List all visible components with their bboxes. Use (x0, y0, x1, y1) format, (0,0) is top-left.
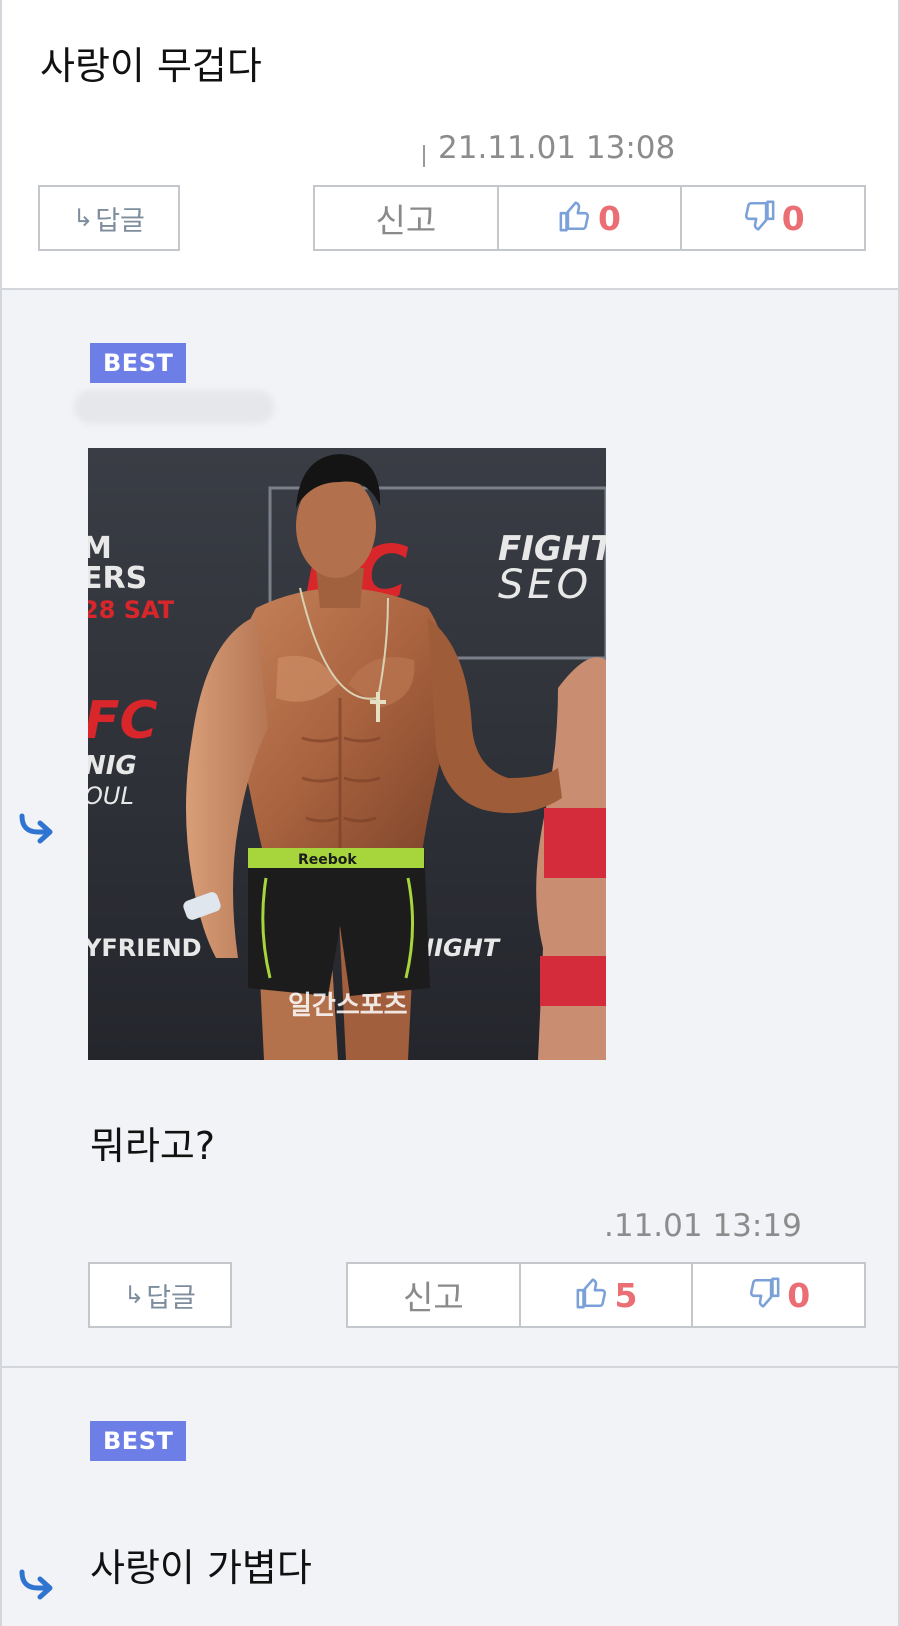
dislike-count: 0 (787, 1275, 811, 1315)
reply-arrow-icon (19, 813, 53, 844)
thumbs-up-icon (558, 199, 592, 237)
wall-text: OUL (88, 782, 134, 810)
comment-text: 사랑이 무겁다 (40, 44, 262, 88)
report-label: 신고 (375, 201, 437, 240)
author-name-blurred (74, 390, 274, 424)
comment-text: 사랑이 가볍다 (90, 1546, 312, 1590)
wall-text: ERS (88, 561, 147, 596)
dislike-button[interactable]: 0 (682, 187, 864, 249)
fighter-photo: FC FIGHT SEO M ERS 28 SAT FC NIG OUL YFR… (88, 448, 606, 1060)
thumbs-down-icon (742, 199, 776, 237)
comment-image[interactable]: FC FIGHT SEO M ERS 28 SAT FC NIG OUL YFR… (88, 448, 606, 1060)
dislike-button[interactable]: 0 (693, 1264, 864, 1326)
reply-button[interactable]: ↳ 답글 (38, 185, 180, 251)
thumbs-up-icon (575, 1276, 609, 1314)
comment-actions: 신고 5 0 (346, 1262, 866, 1328)
wall-text: YFRIEND (88, 934, 202, 962)
comment-actions: 신고 0 0 (313, 185, 866, 251)
like-button[interactable]: 5 (521, 1264, 694, 1326)
comment-text: 뭐라고? (90, 1124, 216, 1168)
report-button[interactable]: 신고 (348, 1264, 521, 1326)
comment-timestamp: .11.01 13:19 (604, 1208, 802, 1244)
reply-label: 답글 (95, 205, 145, 237)
thumbs-down-icon (747, 1276, 781, 1314)
best-badge: BEST (90, 1421, 187, 1461)
reply-button[interactable]: ↳ 답글 (88, 1262, 232, 1328)
best-badge: BEST (90, 343, 187, 383)
left-border (0, 0, 2, 1626)
like-button[interactable]: 0 (499, 187, 683, 249)
comment-item: 사랑이 무겁다 21.11.01 13:08 ↳ 답글 신고 0 0 (2, 0, 898, 290)
comment-item: BEST 사랑이 가볍다 (2, 1368, 898, 1626)
comment-list: 사랑이 무겁다 21.11.01 13:08 ↳ 답글 신고 0 0 BEST … (0, 0, 900, 1626)
reply-arrow-icon: ↳ (73, 204, 94, 232)
report-label: 신고 (402, 1278, 464, 1317)
report-button[interactable]: 신고 (315, 187, 499, 249)
reply-arrow-icon (19, 1569, 53, 1600)
timestamp-divider (423, 145, 425, 167)
wall-text: NIG (88, 751, 137, 781)
banner-text: SEO (498, 562, 592, 608)
dislike-count: 0 (781, 198, 805, 238)
reply-label: 답글 (146, 1282, 196, 1314)
photo-watermark: 일간스포츠 (288, 991, 408, 1021)
comment-timestamp: 21.11.01 13:08 (438, 130, 676, 166)
like-count: 5 (614, 1275, 638, 1315)
like-count: 0 (598, 198, 621, 238)
wall-text: 28 SAT (88, 596, 175, 624)
waistband-text: Reebok (298, 852, 357, 868)
reply-arrow-icon: ↳ (124, 1281, 145, 1309)
wall-text: FC (88, 691, 158, 751)
